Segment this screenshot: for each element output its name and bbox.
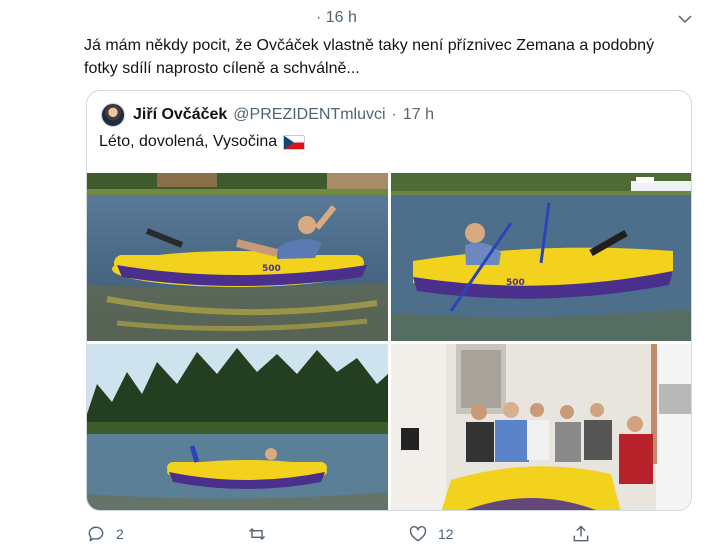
reply-button[interactable]: 2 bbox=[86, 524, 124, 544]
like-button[interactable]: 12 bbox=[408, 524, 454, 544]
retweet-button[interactable] bbox=[247, 524, 277, 544]
heart-icon bbox=[409, 526, 427, 542]
quoted-author-name[interactable]: Jiří Ovčáček bbox=[133, 106, 227, 124]
share-button[interactable] bbox=[571, 524, 591, 544]
avatar[interactable] bbox=[101, 103, 125, 127]
svg-text:500: 500 bbox=[506, 278, 525, 288]
photo-2[interactable]: 500 bbox=[391, 173, 691, 341]
separator-dot: · bbox=[391, 106, 397, 123]
quoted-author-handle[interactable]: @PREZIDENTmluvci bbox=[233, 106, 385, 124]
tweet-timestamp[interactable]: · 16 h bbox=[316, 9, 357, 27]
chevron-down-icon[interactable] bbox=[676, 10, 694, 28]
quoted-tweet-header: Jiří Ovčáček @PREZIDENTmluvci · 17 h bbox=[101, 103, 434, 127]
quoted-tweet-text: Léto, dovolená, Vysočina bbox=[99, 133, 306, 151]
share-icon bbox=[573, 525, 589, 542]
reply-count: 2 bbox=[116, 526, 124, 542]
photo-4[interactable] bbox=[391, 344, 691, 510]
quoted-timestamp[interactable]: 17 h bbox=[403, 106, 434, 124]
quoted-tweet[interactable]: Jiří Ovčáček @PREZIDENTmluvci · 17 h Lét… bbox=[86, 90, 692, 511]
retweet-icon bbox=[248, 527, 266, 541]
photo-1[interactable]: 500 bbox=[87, 173, 388, 341]
photo-grid: 500 500 bbox=[87, 173, 691, 510]
tweet-actions: 2 12 bbox=[84, 524, 604, 552]
reply-icon bbox=[88, 526, 104, 542]
like-count: 12 bbox=[438, 526, 454, 542]
photo-3[interactable] bbox=[87, 344, 388, 510]
boat-number: 500 bbox=[262, 264, 281, 274]
tweet-text: Já mám někdy pocit, že Ovčáček vlastně t… bbox=[84, 37, 655, 77]
quoted-text: Léto, dovolená, Vysočina bbox=[99, 133, 278, 150]
czech-flag-icon bbox=[283, 134, 306, 150]
